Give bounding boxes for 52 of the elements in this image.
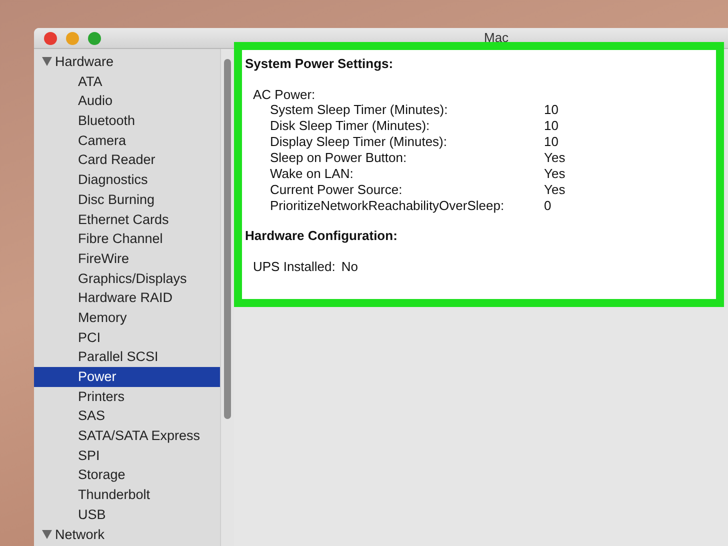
sidebar-item[interactable]: Memory xyxy=(34,308,220,328)
setting-label: System Sleep Timer (Minutes): xyxy=(270,102,449,118)
minimize-button[interactable] xyxy=(66,32,79,44)
sidebar-item[interactable]: Card Reader xyxy=(34,150,220,170)
setting-value: Yes xyxy=(544,150,566,166)
setting-label: PrioritizeNetworkReachabilityOverSleep: xyxy=(270,198,506,214)
sidebar-item[interactable]: USB xyxy=(34,504,220,524)
setting-value: 0 xyxy=(544,198,552,214)
zoom-button[interactable] xyxy=(88,32,101,44)
setting-value: Yes xyxy=(544,182,566,198)
sidebar-item[interactable]: Audio xyxy=(34,91,220,112)
setting-value: 10 xyxy=(544,134,560,150)
sidebar-item[interactable]: SAS xyxy=(34,406,220,426)
window-title: Mac xyxy=(484,30,509,45)
setting-label: Current Power Source: xyxy=(270,182,404,198)
sidebar-item[interactable]: Hardware RAID xyxy=(34,288,220,308)
sidebar-item[interactable]: Camera xyxy=(34,130,220,150)
setting-value: 10 xyxy=(544,102,560,118)
close-button[interactable] xyxy=(44,32,57,44)
sidebar-item[interactable]: Fibre Channel xyxy=(34,229,220,249)
setting-label: Wake on LAN: xyxy=(270,166,354,182)
sidebar-item[interactable]: Disc Burning xyxy=(34,190,220,210)
disclosure-icon[interactable] xyxy=(42,530,52,539)
scroll-thumb[interactable] xyxy=(224,59,231,419)
sidebar-item[interactable]: Ethernet Cards xyxy=(34,210,220,230)
sidebar-item[interactable]: ATA xyxy=(34,72,220,92)
sidebar-item[interactable]: Parallel SCSI xyxy=(34,347,220,367)
sidebar-group[interactable]: Hardware xyxy=(55,52,114,72)
setting-label: Disk Sleep Timer (Minutes): xyxy=(270,118,431,134)
sidebar-item[interactable]: PCI xyxy=(34,328,220,348)
sidebar-item[interactable]: Thunderbolt xyxy=(34,485,220,505)
scroll-bar[interactable] xyxy=(220,49,234,546)
setting-value: No xyxy=(341,259,358,275)
group-label: AC Power: xyxy=(253,87,316,102)
sidebar-item[interactable]: Bluetooth xyxy=(34,111,220,131)
setting-label: Sleep on Power Button: xyxy=(270,150,408,166)
setting-label: Display Sleep Timer (Minutes): xyxy=(270,134,448,150)
setting-value: 10 xyxy=(544,118,560,134)
setting-value: Yes xyxy=(544,166,566,182)
sidebar-item[interactable]: Storage xyxy=(34,465,220,486)
disclosure-icon[interactable] xyxy=(42,57,52,66)
sidebar-item[interactable]: Diagnostics xyxy=(34,170,220,190)
sidebar-item[interactable]: Power xyxy=(34,367,220,387)
sidebar-group[interactable]: Network xyxy=(55,524,105,544)
setting-label: UPS Installed: xyxy=(253,259,336,275)
sidebar-item[interactable]: SPI xyxy=(34,446,220,466)
sidebar-item[interactable]: Graphics/Displays xyxy=(34,268,220,288)
section-heading: System Power Settings: xyxy=(245,56,394,71)
sidebar-item[interactable]: FireWire xyxy=(34,248,220,269)
section-heading: Hardware Configuration: xyxy=(245,228,398,243)
sidebar-item[interactable]: Printers xyxy=(34,386,220,406)
sidebar-item[interactable]: SATA/SATA Express xyxy=(34,426,220,446)
